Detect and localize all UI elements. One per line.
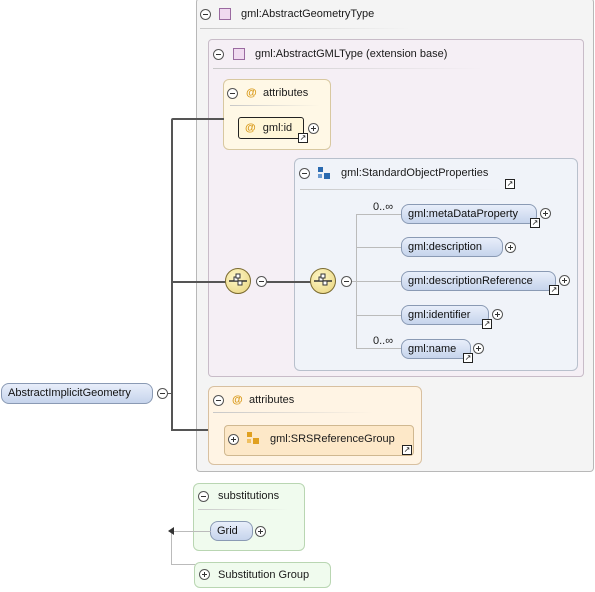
root-connector-vertical: [171, 120, 173, 430]
element-description[interactable]: gml:description: [401, 237, 503, 257]
link-arrow-icon[interactable]: ↗: [530, 218, 540, 228]
attribute-group-icon: [247, 432, 259, 444]
substitution-grid-element[interactable]: Grid: [210, 521, 253, 541]
geometry-type-title: gml:AbstractGeometryType: [241, 8, 375, 20]
element-meta-data-property[interactable]: gml:metaDataProperty: [401, 204, 537, 224]
complex-type-icon: [233, 48, 245, 60]
root-element-abstract-implicit-geometry[interactable]: AbstractImplicitGeometry: [1, 383, 153, 404]
separator: [213, 68, 483, 69]
root-connector-top: [171, 118, 224, 120]
occurrence-label: 0..∞: [373, 201, 394, 213]
srs-reference-group-label: gml:SRSReferenceGroup: [270, 433, 395, 445]
branch-connector: [356, 315, 401, 316]
separator: [200, 28, 410, 29]
gml-type-title: gml:AbstractGMLType (extension base): [255, 48, 448, 60]
substitutions-collapse-toggle[interactable]: [198, 491, 209, 502]
sequence-connector: [267, 281, 311, 283]
attribute-at-icon: @: [245, 122, 256, 134]
standard-props-title: gml:StandardObjectProperties: [341, 167, 489, 179]
link-arrow-icon[interactable]: ↗: [298, 133, 308, 143]
arrow-left-icon: [168, 527, 174, 535]
link-arrow-icon[interactable]: ↗: [505, 179, 515, 189]
geometry-type-collapse-toggle[interactable]: [200, 9, 211, 20]
separator: [198, 509, 288, 510]
branch-connector: [356, 281, 401, 282]
grid-expand-toggle[interactable]: [255, 526, 266, 537]
gml-id-expand-toggle[interactable]: [308, 123, 319, 134]
expand-toggle[interactable]: [492, 309, 503, 320]
attributes-bottom-title: attributes: [249, 394, 295, 406]
sequence-compositor-icon[interactable]: [225, 268, 251, 294]
element-description-reference[interactable]: gml:descriptionReference: [401, 271, 556, 291]
link-arrow-icon[interactable]: ↗: [482, 319, 492, 329]
occurrence-label: 0..∞: [373, 335, 394, 347]
substitution-group-expand-toggle[interactable]: [199, 569, 210, 580]
group-icon: [318, 167, 330, 179]
substitution-connector-vertical: [171, 531, 172, 564]
branch-connector: [356, 348, 401, 349]
substitutions-title: substitutions: [218, 490, 280, 502]
attributes-top-collapse-toggle[interactable]: [227, 88, 238, 99]
branch-connector: [356, 214, 401, 215]
separator: [230, 105, 320, 106]
attribute-at-icon: @: [232, 394, 243, 406]
link-arrow-icon[interactable]: ↗: [463, 353, 473, 363]
root-collapse-toggle[interactable]: [157, 388, 168, 399]
standard-props-collapse-toggle[interactable]: [299, 168, 310, 179]
complex-type-icon: [219, 8, 231, 20]
srs-group-expand-toggle[interactable]: [228, 434, 239, 445]
branch-connector: [356, 247, 401, 248]
gml-type-collapse-toggle[interactable]: [213, 49, 224, 60]
sequence-collapse-toggle[interactable]: [256, 276, 267, 287]
gml-id-label: gml:id: [262, 122, 293, 134]
link-arrow-icon[interactable]: ↗: [549, 285, 559, 295]
separator: [300, 189, 500, 190]
expand-toggle[interactable]: [540, 208, 551, 219]
sequence-compositor-icon[interactable]: [310, 268, 336, 294]
attribute-at-icon: @: [246, 87, 257, 99]
sequence-collapse-toggle[interactable]: [341, 276, 352, 287]
link-arrow-icon[interactable]: ↗: [402, 445, 412, 455]
expand-toggle[interactable]: [559, 275, 570, 286]
gml-id-attribute[interactable]: @ gml:id: [238, 117, 304, 139]
element-identifier[interactable]: gml:identifier: [401, 305, 489, 325]
substitution-connector: [171, 564, 195, 565]
root-connector-middle: [171, 281, 226, 283]
expand-toggle[interactable]: [473, 343, 484, 354]
expand-toggle[interactable]: [505, 242, 516, 253]
substitution-connector: [171, 531, 211, 532]
attributes-top-title: attributes: [263, 87, 309, 99]
substitution-group-title: Substitution Group: [218, 569, 310, 581]
separator: [213, 412, 373, 413]
attributes-bottom-collapse-toggle[interactable]: [213, 395, 224, 406]
element-name[interactable]: gml:name: [401, 339, 471, 359]
